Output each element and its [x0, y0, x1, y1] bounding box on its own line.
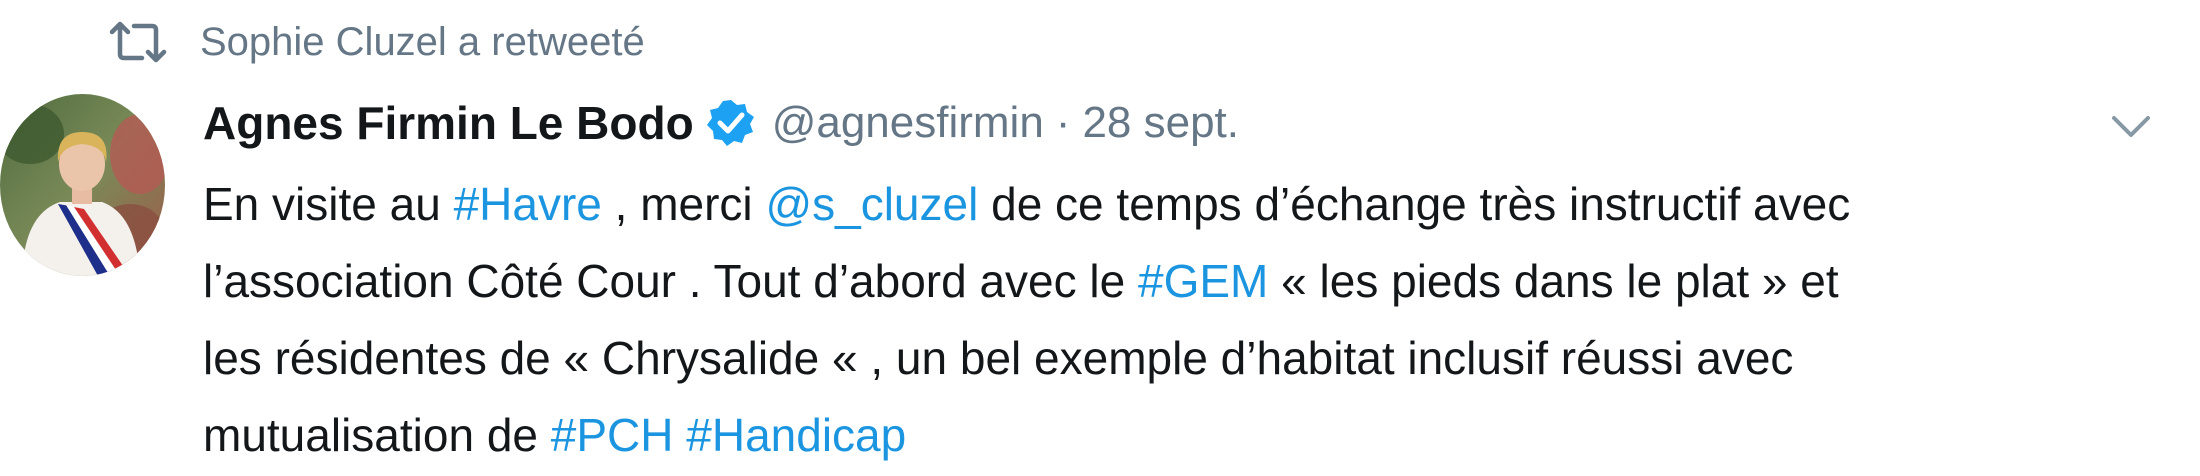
- hashtag-handicap-link[interactable]: #Handicap: [686, 409, 906, 461]
- text-span: les résidentes de « Chrysalide « , un be…: [203, 332, 1794, 384]
- author-name[interactable]: Agnes Firmin Le Bodo: [203, 96, 694, 150]
- text-span: mutualisation de: [203, 409, 551, 461]
- retweet-icon: [109, 21, 167, 63]
- chevron-down-icon[interactable]: [2108, 104, 2154, 150]
- tweet-header: Agnes Firmin Le Bodo @agnesfirmin · 28 s…: [203, 88, 1239, 158]
- mention-s-cluzel-link[interactable]: @s_cluzel: [765, 178, 978, 230]
- author-handle[interactable]: @agnesfirmin: [772, 98, 1044, 148]
- text-span: « les pieds dans le plat » et: [1268, 255, 1839, 307]
- avatar-image: [0, 94, 165, 276]
- separator-dot: ·: [1055, 98, 1071, 147]
- text-span: de ce temps d’échange très instructif av…: [978, 178, 1851, 230]
- tweet-text-line: l’association Côté Cour . Tout d’abord a…: [203, 243, 2163, 320]
- tweet-text-line: En visite au #Havre , merci @s_cluzel de…: [203, 166, 2163, 243]
- tweet-date[interactable]: 28 sept.: [1082, 98, 1239, 148]
- hashtag-pch-link[interactable]: #PCH: [551, 409, 674, 461]
- retweeted-by-label[interactable]: Sophie Cluzel a retweeté: [200, 20, 645, 65]
- tweet-text: En visite au #Havre , merci @s_cluzel de…: [203, 166, 2163, 474]
- retweet-context: Sophie Cluzel a retweeté: [108, 14, 645, 70]
- text-span: l’association Côté Cour . Tout d’abord a…: [203, 255, 1139, 307]
- text-span: En visite au: [203, 178, 454, 230]
- hashtag-gem-link[interactable]: #GEM: [1138, 255, 1268, 307]
- verified-badge-icon: [706, 100, 754, 146]
- text-span: [673, 409, 686, 461]
- tweet-text-line: les résidentes de « Chrysalide « , un be…: [203, 320, 2163, 397]
- tweet-text-line: mutualisation de #PCH #Handicap: [203, 397, 2163, 474]
- avatar[interactable]: [0, 94, 165, 276]
- hashtag-havre-link[interactable]: #Havre: [454, 178, 602, 230]
- text-span: , merci: [601, 178, 766, 230]
